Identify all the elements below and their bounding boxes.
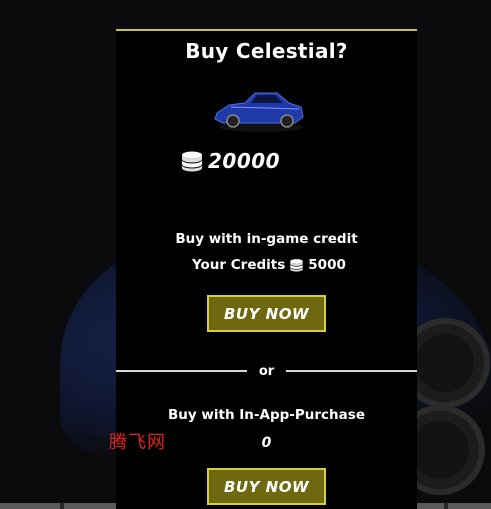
dialog-title: Buy Celestial?	[185, 39, 348, 63]
car-image	[214, 92, 304, 132]
coin-stack-icon	[290, 259, 304, 272]
your-credits-row: Your Credits 5000	[192, 257, 346, 273]
watermark: 腾飞网	[109, 432, 166, 453]
separator-line	[116, 370, 247, 372]
iap-label: Buy with In-App-Purchase	[168, 407, 365, 423]
buy-now-credit-button[interactable]: BUY NOW	[207, 295, 326, 332]
price-row: 20000	[180, 149, 280, 173]
your-credits-label: Your Credits	[192, 257, 286, 273]
or-label: or	[258, 363, 275, 379]
price-value: 20000	[208, 149, 281, 173]
coin-stack-icon	[182, 151, 202, 172]
or-separator: or	[116, 362, 417, 380]
buy-now-iap-button[interactable]: BUY NOW	[207, 468, 326, 505]
your-credits-value: 5000	[308, 257, 346, 273]
separator-line	[286, 370, 417, 372]
ingame-credit-label: Buy with in-game credit	[175, 231, 358, 247]
